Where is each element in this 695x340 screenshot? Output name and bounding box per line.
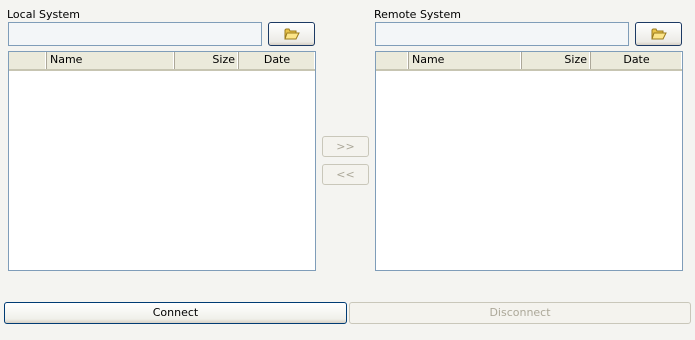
disconnect-button[interactable]: Disconnect [349, 302, 691, 324]
local-browse-button[interactable] [268, 22, 315, 46]
remote-table-header: Name Size Date [376, 52, 682, 71]
remote-system-label: Remote System [374, 8, 461, 21]
connect-button[interactable]: Connect [4, 302, 347, 324]
download-button[interactable]: << [322, 164, 369, 185]
remote-browse-button[interactable] [635, 22, 682, 46]
folder-icon [651, 28, 667, 40]
local-system-label: Local System [7, 8, 81, 21]
local-column-size[interactable]: Size [175, 52, 239, 69]
remote-column-date[interactable]: Date [591, 52, 682, 69]
folder-icon [284, 28, 300, 40]
upload-button[interactable]: >> [322, 136, 369, 157]
local-column-date[interactable]: Date [239, 52, 315, 69]
local-file-table[interactable]: Name Size Date [8, 51, 316, 271]
remote-column-icon[interactable] [376, 52, 409, 69]
local-table-header: Name Size Date [9, 52, 315, 71]
local-path-input[interactable] [8, 22, 262, 46]
remote-column-name[interactable]: Name [409, 52, 522, 69]
remote-path-input[interactable] [375, 22, 629, 46]
local-column-icon[interactable] [9, 52, 47, 69]
remote-file-table[interactable]: Name Size Date [375, 51, 683, 271]
local-column-name[interactable]: Name [47, 52, 175, 69]
remote-column-size[interactable]: Size [522, 52, 591, 69]
